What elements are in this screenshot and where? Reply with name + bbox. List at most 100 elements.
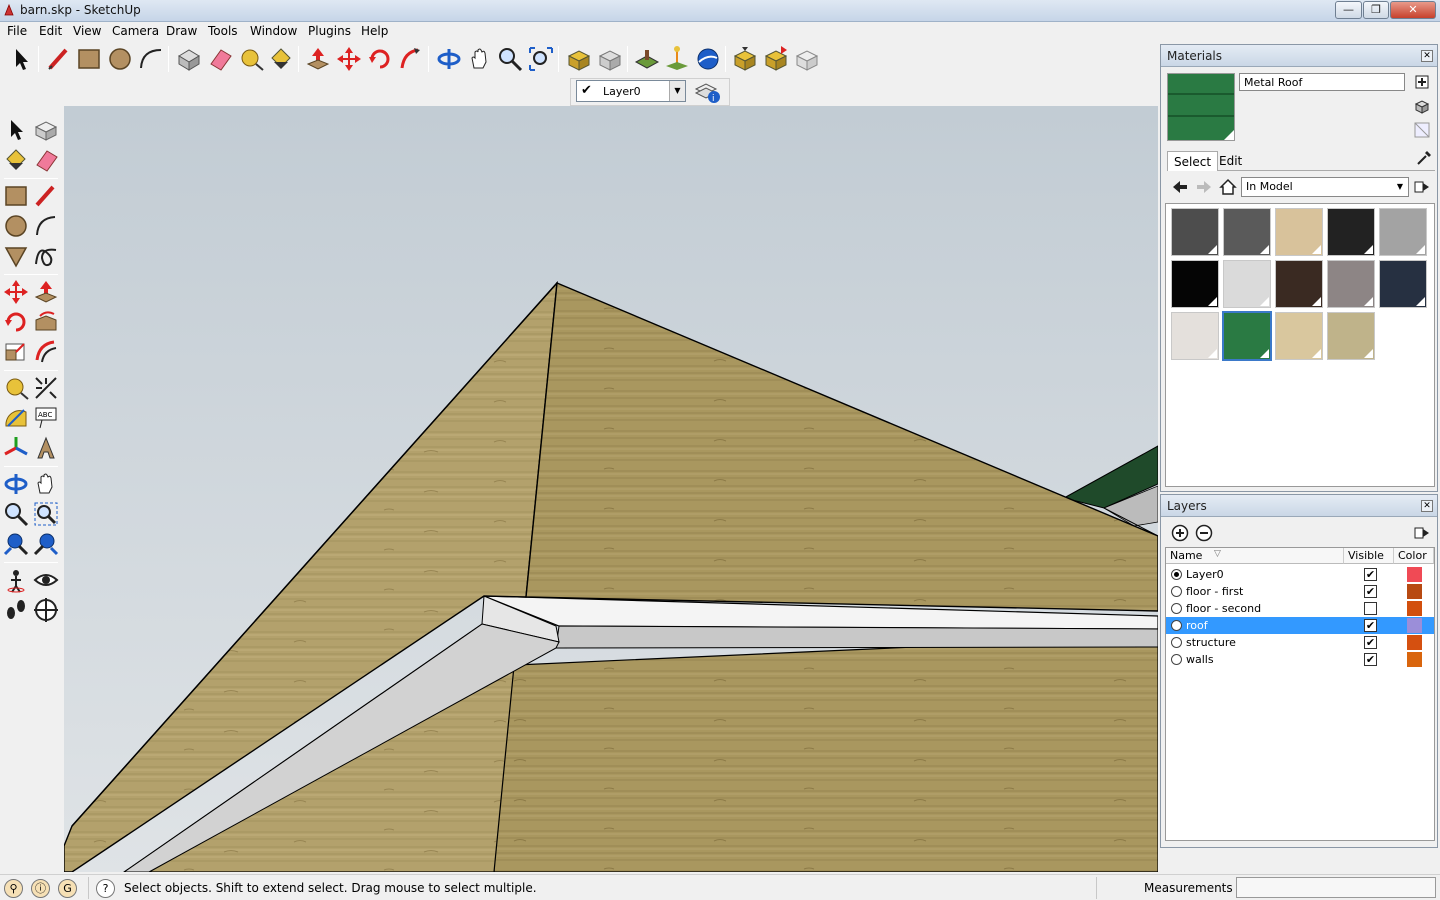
- share-component-icon[interactable]: [761, 44, 791, 74]
- pan-hand-icon[interactable]: [32, 470, 60, 498]
- materials-close-button[interactable]: ✕: [1421, 50, 1433, 62]
- color-column-header[interactable]: Color: [1394, 548, 1434, 564]
- layer-color-swatch[interactable]: [1407, 584, 1422, 599]
- offset-tool-icon[interactable]: [32, 338, 60, 366]
- tape-measure-icon[interactable]: [2, 374, 30, 402]
- menu-camera[interactable]: Camera: [112, 24, 159, 38]
- walk-tool-icon[interactable]: [2, 596, 30, 624]
- back-arrow-icon[interactable]: [1171, 178, 1189, 196]
- current-layer-dropdown[interactable]: ✔ Layer0 ▼: [576, 80, 686, 102]
- chevron-down-icon[interactable]: ▼: [669, 81, 685, 101]
- help-icon[interactable]: ?: [96, 879, 115, 898]
- layer-visible-checkbox[interactable]: ✔: [1364, 585, 1377, 598]
- layer-row[interactable]: floor - first ✔: [1166, 583, 1434, 600]
- model-viewport[interactable]: [64, 106, 1158, 872]
- 3d-warehouse-icon[interactable]: [730, 44, 760, 74]
- section-plane-icon[interactable]: [32, 596, 60, 624]
- details-arrow-icon[interactable]: [1413, 524, 1431, 542]
- material-name-field[interactable]: Metal Roof: [1239, 73, 1405, 91]
- zoom-window-icon[interactable]: [32, 500, 60, 528]
- layer-name[interactable]: floor - second: [1186, 602, 1261, 615]
- menu-help[interactable]: Help: [361, 24, 388, 38]
- add-location-icon[interactable]: [632, 44, 662, 74]
- zoom-tool-icon[interactable]: [495, 44, 525, 74]
- layer-name[interactable]: floor - first: [1186, 585, 1243, 598]
- previous-view-icon[interactable]: [2, 530, 30, 558]
- material-swatch[interactable]: [1327, 260, 1375, 308]
- follow-me-icon[interactable]: [396, 44, 426, 74]
- layer-visible-checkbox[interactable]: ✔: [1364, 619, 1377, 632]
- select-tool-icon[interactable]: [2, 116, 30, 144]
- follow-me-icon[interactable]: [32, 308, 60, 336]
- material-swatch[interactable]: [1171, 208, 1219, 256]
- material-swatch[interactable]: [1275, 260, 1323, 308]
- sample-paint-icon[interactable]: [1413, 121, 1431, 139]
- dimension-tool-icon[interactable]: [32, 374, 60, 402]
- default-material-icon[interactable]: [1413, 97, 1431, 115]
- material-preview[interactable]: [1167, 73, 1235, 141]
- layers-close-button[interactable]: ✕: [1421, 500, 1433, 512]
- layer-color-swatch[interactable]: [1407, 601, 1422, 616]
- orbit-tool-icon[interactable]: [2, 470, 30, 498]
- eraser-tool-icon[interactable]: [205, 44, 235, 74]
- rectangle-tool-icon[interactable]: [74, 44, 104, 74]
- 3d-text-icon[interactable]: [32, 434, 60, 462]
- circle-tool-icon[interactable]: [105, 44, 135, 74]
- layer-row[interactable]: structure ✔: [1166, 634, 1434, 651]
- material-swatch[interactable]: [1327, 312, 1375, 360]
- layer-row[interactable]: roof ✔: [1166, 617, 1434, 634]
- active-layer-radio[interactable]: [1171, 603, 1182, 614]
- geo-location-icon[interactable]: ⚲: [4, 879, 23, 898]
- axes-tool-icon[interactable]: [2, 434, 30, 462]
- google-earth-icon[interactable]: [693, 44, 723, 74]
- home-icon[interactable]: [1219, 178, 1237, 196]
- menu-file[interactable]: File: [7, 24, 27, 38]
- material-swatch[interactable]: [1275, 312, 1323, 360]
- arc-tool-icon[interactable]: [32, 212, 60, 240]
- rotate-tool-icon[interactable]: [2, 308, 30, 336]
- menu-draw[interactable]: Draw: [166, 24, 197, 38]
- rectangle-tool-icon[interactable]: [2, 182, 30, 210]
- scale-tool-icon[interactable]: [2, 338, 30, 366]
- layer-color-swatch[interactable]: [1407, 618, 1422, 633]
- paint-bucket-icon[interactable]: [266, 44, 296, 74]
- layer-color-swatch[interactable]: [1407, 567, 1422, 582]
- active-layer-radio[interactable]: [1171, 654, 1182, 665]
- layer-name[interactable]: structure: [1186, 636, 1236, 649]
- eraser-tool-icon[interactable]: [32, 146, 60, 174]
- layer-visible-checkbox[interactable]: ✔: [1364, 653, 1377, 666]
- delete-layer-icon[interactable]: [1195, 524, 1213, 542]
- toggle-terrain-icon[interactable]: [662, 44, 692, 74]
- make-component-icon[interactable]: [32, 116, 60, 144]
- material-swatch[interactable]: [1327, 208, 1375, 256]
- move-tool-icon[interactable]: [2, 278, 30, 306]
- measurements-input[interactable]: [1236, 877, 1436, 898]
- layer-name[interactable]: Layer0: [1186, 568, 1224, 581]
- paint-bucket-icon[interactable]: [2, 146, 30, 174]
- details-arrow-icon[interactable]: [1413, 178, 1431, 196]
- material-swatch[interactable]: [1223, 260, 1271, 308]
- menu-edit[interactable]: Edit: [39, 24, 62, 38]
- polygon-tool-icon[interactable]: [2, 242, 30, 270]
- move-tool-icon[interactable]: [334, 44, 364, 74]
- line-tool-icon[interactable]: [44, 44, 74, 74]
- create-material-icon[interactable]: [1413, 73, 1431, 91]
- tab-select[interactable]: Select: [1167, 151, 1219, 171]
- circle-tool-icon[interactable]: [2, 212, 30, 240]
- orbit-tool-icon[interactable]: [434, 44, 464, 74]
- layer-name[interactable]: roof: [1186, 619, 1208, 632]
- menu-plugins[interactable]: Plugins: [308, 24, 351, 38]
- material-swatch-selected[interactable]: [1222, 311, 1272, 361]
- forward-arrow-icon[interactable]: [1195, 178, 1213, 196]
- layer-visible-checkbox[interactable]: [1364, 602, 1377, 615]
- text-tool-icon[interactable]: ABC: [32, 404, 60, 432]
- collection-dropdown[interactable]: In Model ▼: [1241, 177, 1409, 197]
- active-layer-radio[interactable]: [1171, 620, 1182, 631]
- push-pull-icon[interactable]: [303, 44, 333, 74]
- layer-row[interactable]: Layer0 ✔: [1166, 566, 1434, 583]
- tab-edit[interactable]: Edit: [1213, 151, 1248, 171]
- name-column-header[interactable]: Name ▽: [1166, 548, 1344, 564]
- rotate-tool-icon[interactable]: [365, 44, 395, 74]
- layer-color-swatch[interactable]: [1407, 635, 1422, 650]
- maximize-button[interactable]: ❐: [1363, 1, 1389, 19]
